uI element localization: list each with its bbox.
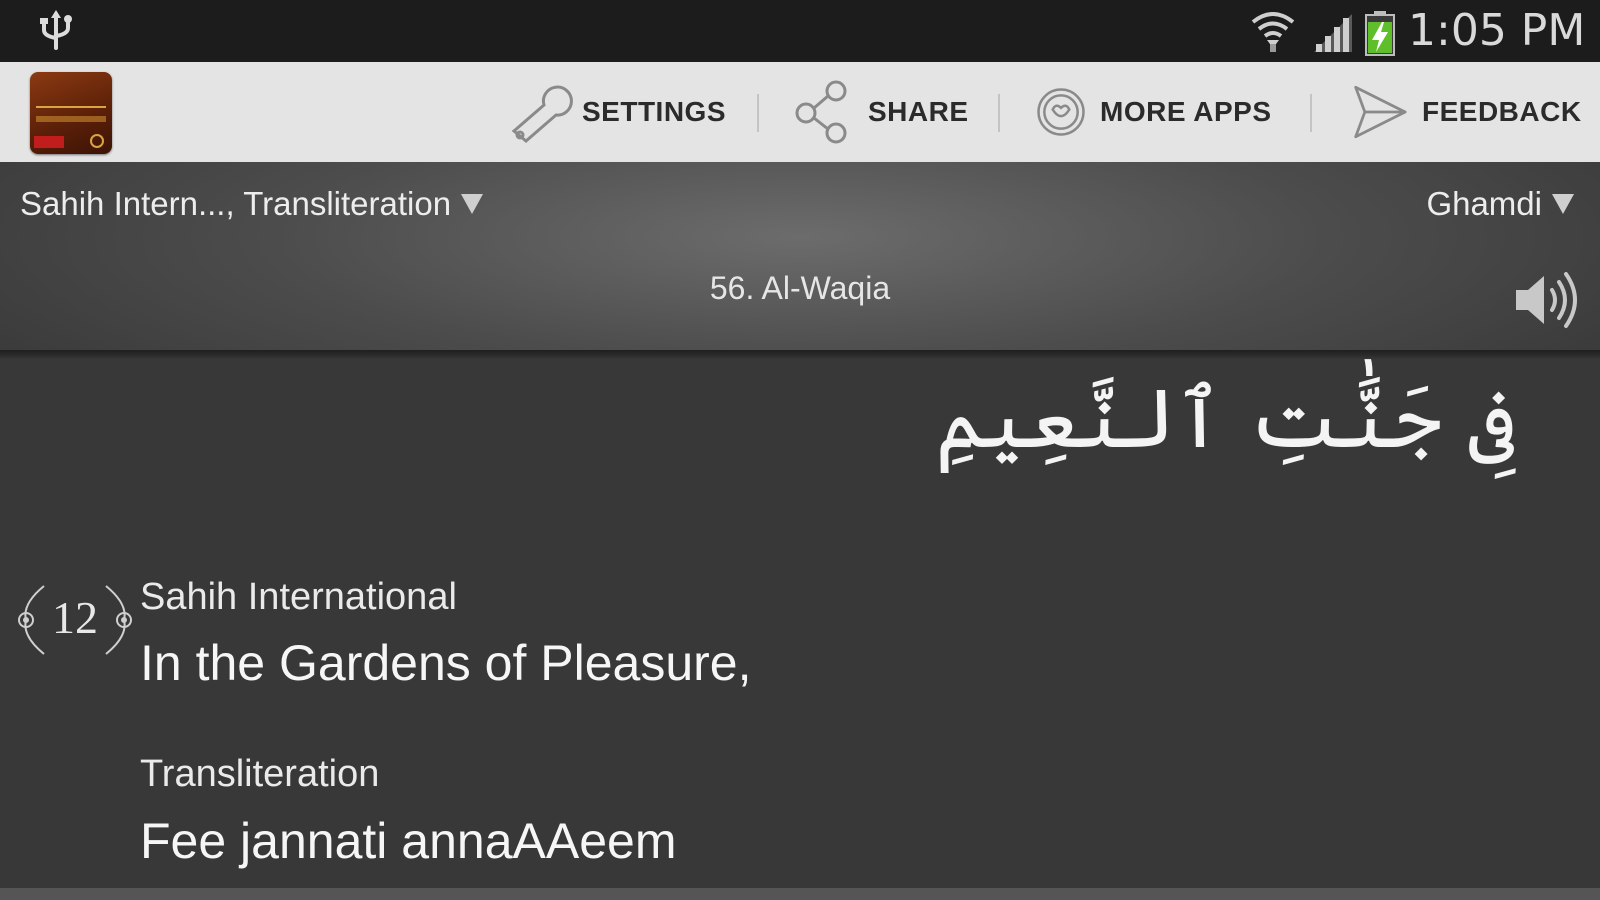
speaker-icon[interactable] [1514,270,1580,330]
action-divider [1310,94,1312,132]
send-icon [1354,85,1407,139]
more-apps-label: MORE APPS [1100,96,1272,127]
surah-title: 56. Al-Waqia [709,270,891,306]
more-apps-button[interactable]: MORE APPS [1036,62,1272,162]
wrench-icon [511,85,573,143]
translation-dropdown[interactable]: Sahih Intern..., Transliteration [20,184,484,224]
transliteration-source-label: Transliteration [140,753,380,795]
reciter-dropdown[interactable]: Ghamdi [1426,184,1574,224]
wifi-icon [1251,12,1295,52]
bottom-edge [0,888,1600,900]
status-time: 1:05 PM [1408,5,1586,56]
share-label: SHARE [868,96,969,127]
share-button[interactable]: SHARE [792,62,969,162]
battery-charging-icon [1365,11,1395,56]
feedback-label: FEEDBACK [1422,96,1582,127]
verse-arabic-text: فِى جَنَّٰتِ ٱلنَّعِيمِ [935,372,1516,467]
surah-header: Sahih Intern..., Transliteration Ghamdi … [0,162,1600,350]
reciter-dropdown-label: Ghamdi [1426,185,1542,222]
transliteration-text: Fee jannati annaAAeem [140,813,677,869]
translation-source-label: Sahih International [140,576,457,618]
feedback-button[interactable]: FEEDBACK [1352,62,1582,162]
settings-button[interactable]: SETTINGS [506,62,726,162]
usb-icon [40,10,72,50]
heart-circle-icon [1037,88,1085,136]
action-divider [757,94,759,132]
settings-label: SETTINGS [582,96,727,127]
share-icon [795,80,847,144]
translation-text: In the Gardens of Pleasure, [140,635,752,691]
ayah-number: 12 [52,592,98,643]
dropdown-arrow-icon [461,194,484,214]
action-divider [998,94,1000,132]
translation-dropdown-label: Sahih Intern..., Transliteration [20,185,452,222]
status-bar [0,0,1600,62]
app-logo-icon[interactable] [30,72,112,154]
dropdown-arrow-icon [1552,194,1574,214]
header-divider [0,350,1600,360]
signal-icon [1314,14,1352,52]
